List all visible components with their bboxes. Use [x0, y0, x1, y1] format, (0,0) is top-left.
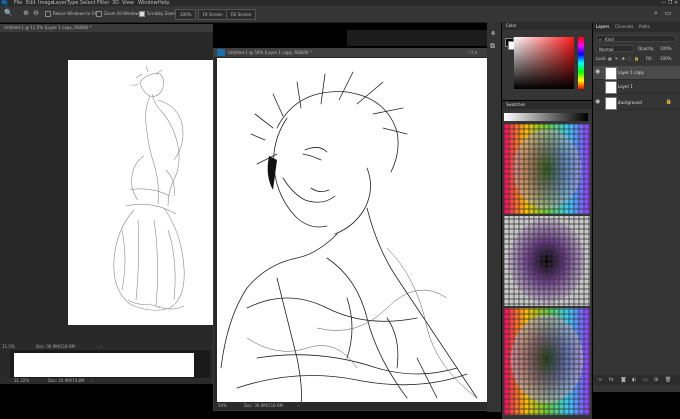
- doc2-size-readout: Doc: 30.9M/118.9M: [244, 403, 283, 408]
- tab-layers[interactable]: Layers: [596, 22, 609, 32]
- swatches-panel-title[interactable]: Swatches: [506, 101, 525, 109]
- visibility-eye-icon[interactable]: ◉: [595, 98, 600, 105]
- adjustment-icon[interactable]: ◐: [632, 375, 636, 385]
- doc3-status-arrow-icon[interactable]: ›: [92, 378, 94, 384]
- doc2-window-controls-icon[interactable]: – ❐ ✕: [466, 48, 477, 57]
- background-window-strip: [347, 30, 497, 46]
- sketch-full-figure: [113, 65, 185, 311]
- layers-panel-tabs: Layers Channels Paths: [593, 22, 680, 32]
- color-picker-field[interactable]: [514, 37, 574, 89]
- document-1-canvas[interactable]: [68, 60, 213, 325]
- fill-label: Fill:: [646, 56, 653, 61]
- workspace-icon[interactable]: ▭: [664, 9, 672, 18]
- doc3-zoom-readout[interactable]: 31.32%: [14, 378, 29, 384]
- doc2-status-arrow-icon[interactable]: ›: [298, 402, 300, 409]
- zoom-100-button[interactable]: 100%: [175, 9, 197, 20]
- link-icon[interactable]: ∞: [598, 375, 602, 385]
- doc3-size-readout: Doc: 24.9M/74.8M: [48, 378, 85, 383]
- fit-screen-button[interactable]: Fit Screen: [198, 9, 228, 20]
- layer-filter-select[interactable]: ⌕ Kind: [596, 35, 676, 42]
- document-tab-1[interactable]: Untitled-1 @ 11.5% (Layer 1 copy, RGB/8)…: [0, 24, 213, 32]
- tab-paths[interactable]: Paths: [639, 22, 650, 32]
- fx-icon[interactable]: fx: [609, 375, 614, 385]
- zoom-in-icon[interactable]: ⊕: [22, 9, 30, 18]
- document-tab-2[interactable]: Untitled-1 @ 50% (Layer 1 copy, RGB/8) *…: [214, 48, 499, 57]
- zoom-all-windows-checkbox[interactable]: Zoom All Windows: [96, 9, 141, 18]
- search-icon[interactable]: ⌕: [652, 9, 660, 18]
- options-bar: 🔍 ⊕ ⊖ Resize Windows to Fit Zoom All Win…: [0, 6, 680, 23]
- new-layer-icon[interactable]: ⊞: [654, 375, 658, 385]
- layer-row-background[interactable]: ◉ Background 🔒: [593, 96, 680, 110]
- zoom-tool-icon[interactable]: 🔍: [4, 9, 13, 18]
- layer-row-layer-1[interactable]: Layer 1: [593, 80, 680, 94]
- grayscale-swatch-row[interactable]: [504, 113, 588, 121]
- hue-slider[interactable]: [578, 37, 584, 89]
- lock-icon: 🔒: [665, 99, 672, 105]
- layer-thumbnail: [605, 97, 617, 110]
- blend-mode-select[interactable]: Normal: [596, 45, 634, 52]
- tab-channels[interactable]: Channels: [615, 22, 634, 32]
- ps-document-icon: [217, 49, 225, 56]
- lock-icons[interactable]: ▦ ✎ ✥ ⛶ 🔒: [608, 55, 640, 62]
- folder-icon[interactable]: ▭: [643, 375, 648, 385]
- opacity-value[interactable]: 100%: [660, 45, 671, 52]
- visibility-eye-icon[interactable]: ◉: [595, 68, 600, 75]
- swatch-grid[interactable]: [504, 124, 590, 415]
- layer-thumbnail: [605, 67, 617, 80]
- fill-value[interactable]: 100%: [660, 55, 671, 62]
- sketch-closeup-figure: [220, 71, 478, 404]
- lock-label: Lock:: [596, 56, 607, 61]
- hair-shading: [267, 156, 277, 190]
- opacity-label: Opacity:: [638, 46, 655, 51]
- trash-icon[interactable]: 🗑: [665, 375, 671, 385]
- panel-icon-strip: ⚘ ⧉: [487, 22, 501, 412]
- layer-row-layer-1-copy[interactable]: ◉ Layer 1 copy: [593, 66, 680, 80]
- layer-thumbnail: [605, 81, 617, 94]
- history-icon[interactable]: ⧉: [490, 42, 495, 51]
- resize-windows-checkbox[interactable]: Resize Windows to Fit: [45, 9, 96, 18]
- document-2-canvas[interactable]: [217, 58, 487, 404]
- search-icon: ⌕: [599, 37, 602, 42]
- scrubby-zoom-checkbox[interactable]: Scrubby Zoom: [139, 9, 176, 18]
- document-3-status-bar: 31.32% Doc: 24.9M/74.8M ›: [0, 378, 213, 384]
- doc2-zoom-readout[interactable]: 50%: [218, 402, 227, 409]
- document-2-status-bar: 50% Doc: 30.9M/118.9M ›: [214, 402, 499, 409]
- mask-icon[interactable]: ◙: [621, 375, 626, 385]
- layers-panel-footer: ∞ fx ◙ ◐ ▭ ⊞ 🗑: [593, 375, 680, 385]
- zoom-out-icon[interactable]: ⊖: [32, 9, 40, 18]
- brush-settings-icon[interactable]: ⚘: [490, 30, 496, 38]
- document-3-canvas[interactable]: [14, 353, 194, 377]
- fill-screen-button[interactable]: Fill Screen: [226, 9, 257, 20]
- color-panel-title[interactable]: Color: [506, 22, 516, 30]
